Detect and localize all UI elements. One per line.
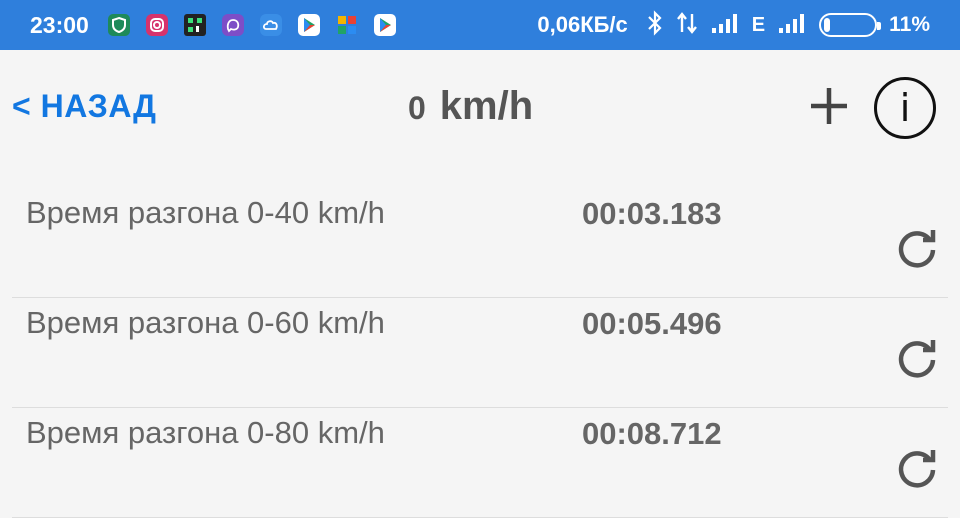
reset-button[interactable] xyxy=(892,442,942,492)
qr-app-icon xyxy=(181,11,209,39)
data-transfer-icon xyxy=(676,11,698,40)
current-speed: 0 km/h xyxy=(408,84,533,129)
viber-icon xyxy=(219,11,247,39)
shield-app-icon xyxy=(105,11,133,39)
acceleration-time: 00:05.496 xyxy=(582,306,722,341)
status-time: 23:00 xyxy=(30,11,89,38)
speed-value: 0 xyxy=(408,90,426,126)
acceleration-time: 00:03.183 xyxy=(582,196,722,231)
battery-tip xyxy=(877,22,882,30)
puzzle-icon xyxy=(333,11,361,39)
list-item: Время разгона 0-60 km/h 00:05.496 xyxy=(12,298,948,408)
signal-icon xyxy=(710,12,740,39)
plus-icon xyxy=(811,88,847,124)
acceleration-label: Время разгона 0-40 km/h xyxy=(26,195,385,230)
network-speed: 0,06КБ/с xyxy=(537,12,628,37)
acceleration-label: Время разгона 0-80 km/h xyxy=(26,415,385,450)
battery-percent: 11% xyxy=(889,13,930,36)
notification-icons xyxy=(105,11,399,39)
signal-icon xyxy=(777,12,807,39)
network-type: E xyxy=(751,13,766,36)
info-icon: i xyxy=(899,86,911,130)
battery-fill xyxy=(824,18,831,32)
bluetooth-icon xyxy=(646,9,664,41)
list-item: Время разгона 0-80 km/h 00:08.712 xyxy=(12,408,948,518)
cloud-icon xyxy=(257,11,285,39)
refresh-icon xyxy=(898,450,936,488)
status-right: 0,06КБ/с E 11% xyxy=(537,0,930,50)
nav-bar: < НАЗАД 0 km/h i xyxy=(0,50,960,166)
refresh-icon xyxy=(898,230,936,268)
play-store-icon xyxy=(295,11,323,39)
info-button[interactable]: i xyxy=(874,77,936,139)
acceleration-label: Время разгона 0-60 km/h xyxy=(26,305,385,340)
reset-button[interactable] xyxy=(892,222,942,272)
reset-button[interactable] xyxy=(892,332,942,382)
status-bar: 23:00 0,06КБ/с E 11% xyxy=(0,0,960,50)
acceleration-time: 00:08.712 xyxy=(582,416,722,451)
back-button[interactable]: < НАЗАД xyxy=(12,88,156,125)
play-store-icon xyxy=(371,11,399,39)
battery-icon xyxy=(819,13,882,37)
instagram-icon xyxy=(143,11,171,39)
acceleration-list: Время разгона 0-40 km/h 00:03.183 Время … xyxy=(0,188,960,518)
refresh-icon xyxy=(898,340,936,378)
speed-unit: km/h xyxy=(439,84,534,128)
add-button[interactable] xyxy=(805,82,853,130)
list-item: Время разгона 0-40 km/h 00:03.183 xyxy=(12,188,948,298)
